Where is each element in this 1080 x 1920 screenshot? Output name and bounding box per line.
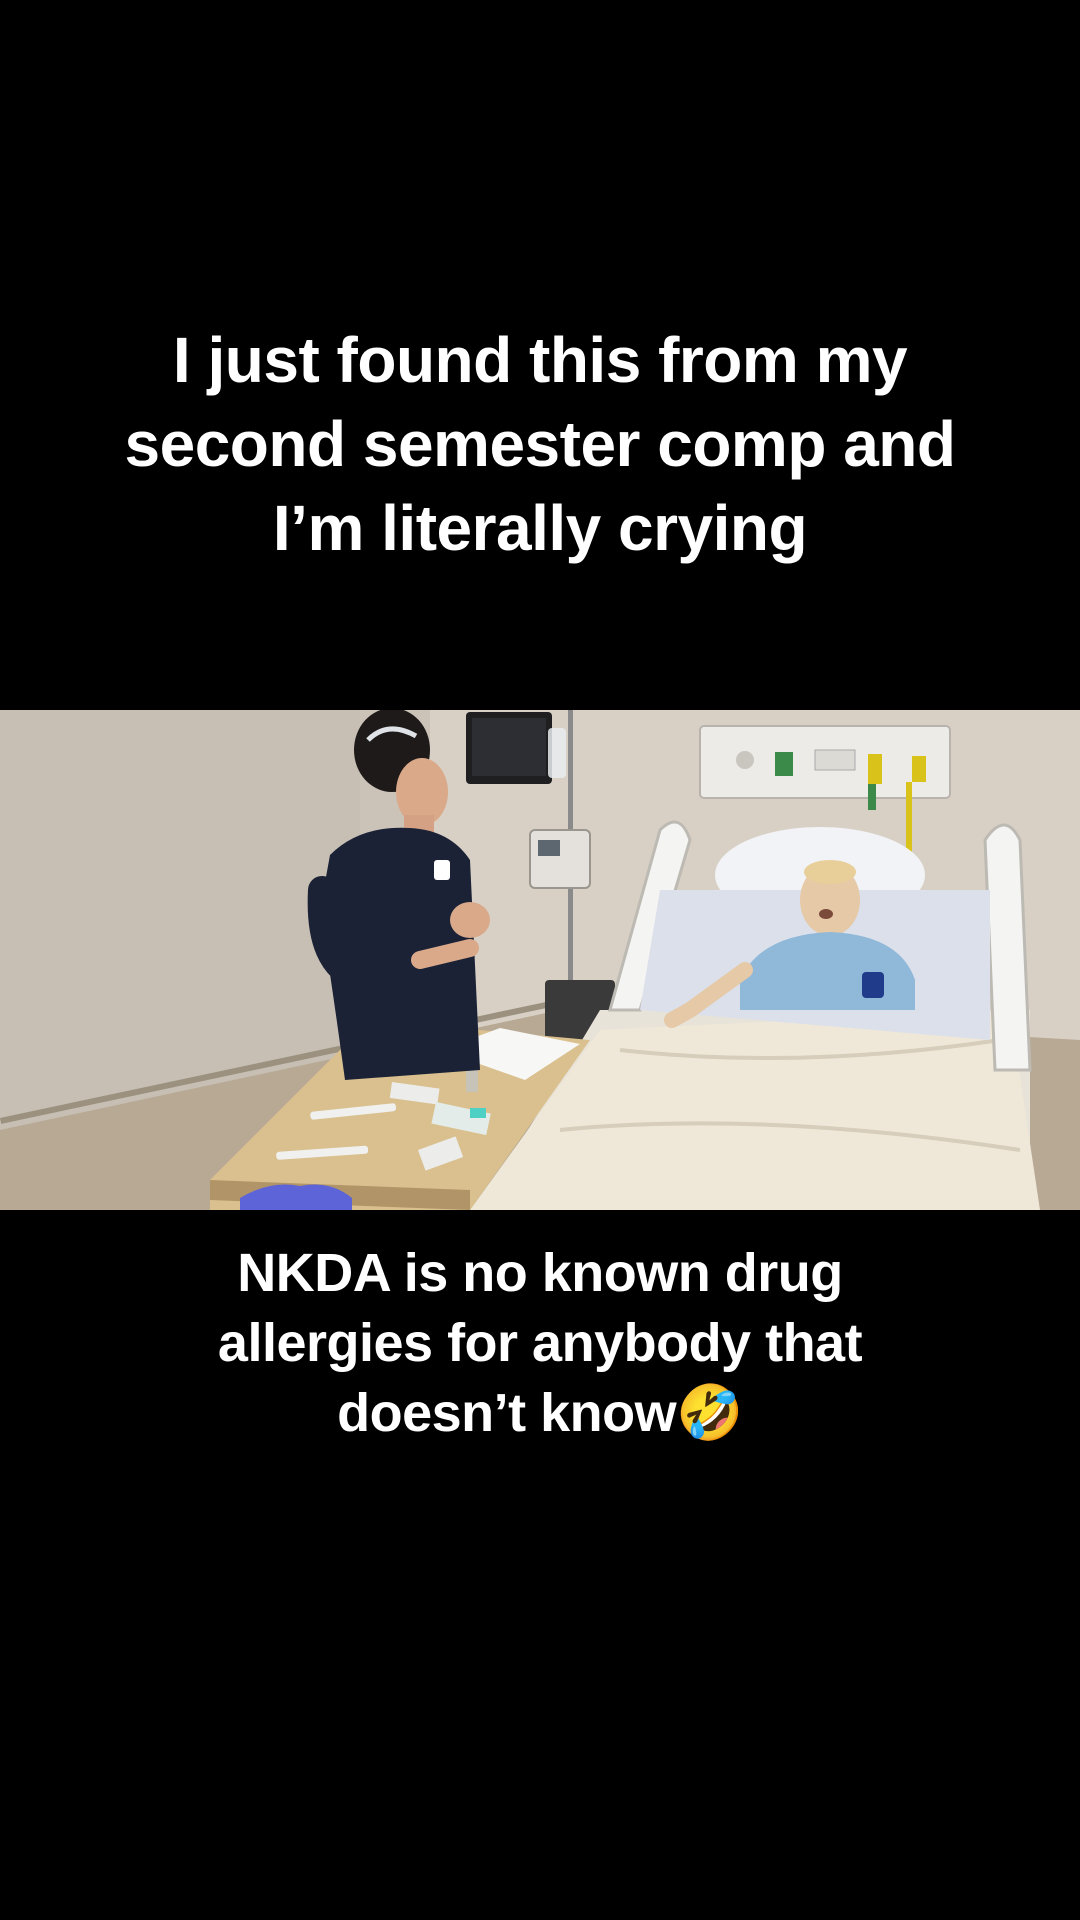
top-caption-line-3: I’m literally crying bbox=[272, 492, 808, 564]
video-post: { "top_caption": { "lines": [ "I just fo… bbox=[0, 0, 1080, 1920]
bottom-caption: NKDA is no known drug allergies for anyb… bbox=[0, 1238, 1080, 1448]
hospital-room-scene bbox=[0, 710, 1080, 1210]
nurse-hands bbox=[450, 902, 490, 938]
top-caption-line-2: second semester comp and bbox=[124, 408, 956, 480]
iv-bag bbox=[548, 728, 566, 778]
bottom-caption-line-3: doesn’t know🤣 bbox=[337, 1383, 743, 1443]
bottom-caption-line-1: NKDA is no known drug bbox=[237, 1243, 843, 1303]
video-frame[interactable] bbox=[0, 710, 1080, 1210]
top-caption-line-1: I just found this from my bbox=[172, 324, 908, 396]
bottom-caption-line-2: allergies for anybody that bbox=[217, 1313, 863, 1373]
top-caption: I just found this from my second semeste… bbox=[0, 318, 1080, 570]
iv-pump bbox=[529, 829, 591, 889]
med-vial bbox=[466, 1070, 478, 1092]
